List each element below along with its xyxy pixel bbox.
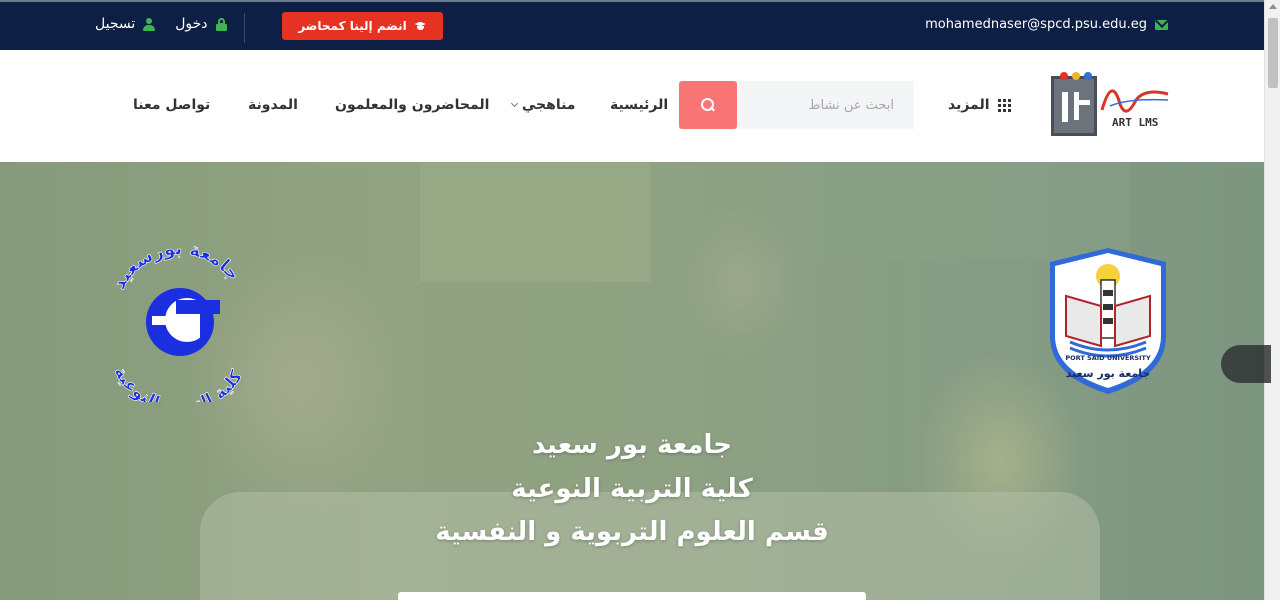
hero-title-faculty: كلية التربية النوعية	[511, 474, 753, 504]
login-label: دخول	[175, 16, 208, 32]
more-label: المزيد	[948, 97, 990, 113]
register-label: تسجيل	[95, 16, 136, 32]
svg-text:جامعة بورسعيد: جامعة بورسعيد	[109, 242, 245, 293]
join-label: انضم إلينا كمحاضر	[298, 19, 407, 33]
port-said-university-logo: PORT SAID UNIVERSITY جامعة بور سعيد	[1050, 248, 1166, 394]
topbar-divider	[244, 13, 245, 43]
scroll-up-arrow-icon[interactable]	[1269, 4, 1277, 9]
auth-links: تسجيل دخول	[95, 16, 227, 32]
search-input[interactable]	[737, 81, 914, 129]
search-button[interactable]	[679, 81, 737, 129]
top-bar: تسجيل دخول انضم إلينا كمحاضر mohamednase…	[0, 0, 1264, 50]
main-header: ART LMS المزيد الرئيسية مناهجي المحاضرون…	[0, 50, 1264, 162]
faculty-logo: جامعة بورسعيد كلية التربية النوعية	[108, 242, 247, 402]
user-icon	[143, 17, 156, 31]
graduation-cap-icon	[414, 22, 427, 31]
join-as-instructor-button[interactable]: انضم إلينا كمحاضر	[282, 12, 443, 40]
nav-blog[interactable]: المدونة	[248, 97, 298, 113]
register-link[interactable]: تسجيل	[95, 16, 156, 32]
logo-text: ART LMS	[1112, 116, 1158, 129]
right-logo-english-text: PORT SAID UNIVERSITY	[1065, 354, 1151, 362]
page-scrollbar[interactable]	[1264, 0, 1280, 600]
hero-title-department: قسم العلوم التربوية و النفسية	[435, 517, 829, 547]
search-icon	[701, 98, 715, 112]
scroll-thumb[interactable]	[1268, 18, 1278, 88]
envelope-icon	[1155, 19, 1168, 30]
faculty-logo-top-text: جامعة بورسعيد	[108, 242, 244, 293]
nav-home-label: الرئيسية	[610, 97, 669, 113]
right-logo-arabic-text: جامعة بور سعيد	[1066, 367, 1151, 380]
art-lms-logo[interactable]: ART LMS	[1050, 70, 1170, 140]
hero-title-university: جامعة بور سعيد	[531, 430, 733, 460]
more-menu[interactable]: المزيد	[948, 97, 1011, 113]
chevron-down-icon	[510, 99, 519, 108]
svg-text:كلية التربية النوعية: كلية التربية النوعية	[109, 363, 247, 402]
lock-icon	[215, 17, 227, 31]
hero-banner: جامعة بورسعيد كلية التربية النوعية PORT …	[0, 162, 1264, 600]
faculty-logo-bottom-text: كلية التربية النوعية	[109, 363, 247, 402]
nav-home[interactable]: الرئيسية	[610, 97, 668, 113]
grid-menu-icon	[997, 98, 1011, 112]
nav-contact[interactable]: تواصل معنا	[133, 97, 210, 113]
nav-instructors-label: المحاضرون والمعلمون	[335, 97, 490, 113]
hero-search-panel[interactable]	[398, 592, 866, 600]
nav-curricula[interactable]: مناهجي	[506, 97, 575, 113]
nav-blog-label: المدونة	[248, 97, 298, 113]
contact-email[interactable]: mohamednaser@spcd.psu.edu.eg	[925, 17, 1168, 32]
nav-contact-label: تواصل معنا	[133, 97, 211, 113]
floating-side-button[interactable]	[1221, 345, 1271, 383]
nav-curricula-label: مناهجي	[521, 97, 576, 113]
search-box	[679, 81, 914, 130]
login-link[interactable]: دخول	[175, 16, 227, 32]
email-text: mohamednaser@spcd.psu.edu.eg	[925, 17, 1147, 32]
nav-instructors[interactable]: المحاضرون والمعلمون	[335, 97, 489, 113]
